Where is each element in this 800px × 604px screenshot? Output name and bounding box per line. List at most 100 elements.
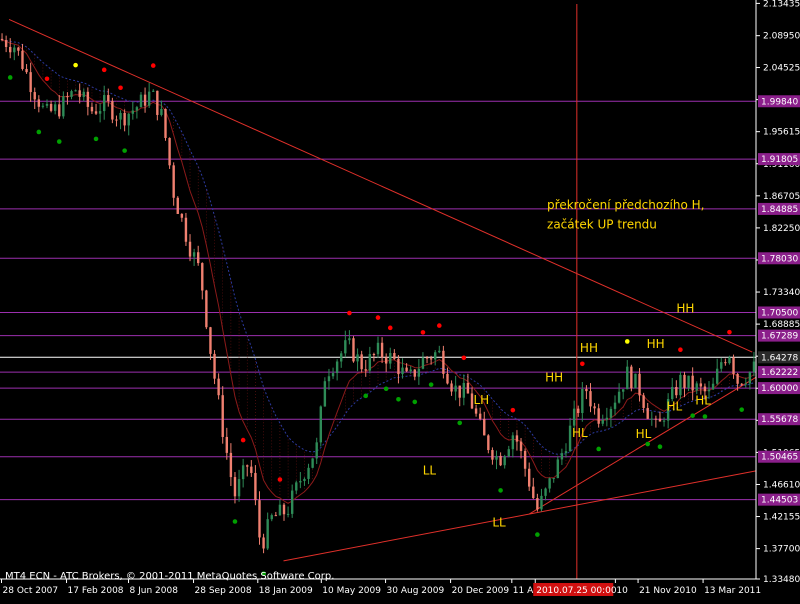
candle-body <box>442 350 445 374</box>
chart-annotation: LH <box>473 393 489 407</box>
price-tick-label: 1.68885 <box>763 320 800 330</box>
fractal-up-dot <box>420 330 426 335</box>
fractal-down-dot <box>396 396 401 402</box>
candle-body <box>319 406 322 443</box>
candle-body <box>613 402 617 409</box>
candle-body <box>621 389 625 392</box>
candle-body <box>507 449 510 457</box>
fractal-up-dot <box>580 361 585 367</box>
candle-body <box>679 374 682 396</box>
candle-body <box>53 104 57 111</box>
candle-body <box>605 417 609 420</box>
candle-body <box>413 369 416 377</box>
candle-body <box>217 378 220 396</box>
chart-annotation: HL <box>666 399 682 413</box>
candle-body <box>98 111 102 114</box>
chart-annotation: HL <box>572 426 588 440</box>
candle-body <box>429 358 433 360</box>
time-tick-label: 17 Feb 2008 <box>68 586 124 596</box>
candle-body <box>209 327 212 354</box>
candle-body <box>581 388 584 414</box>
candle-body <box>303 478 306 482</box>
candle-body <box>568 425 572 452</box>
fractal-down-dot <box>645 441 651 447</box>
fractal-down-dot <box>93 136 99 142</box>
fractal-down-dot <box>232 519 238 524</box>
candle-body <box>37 99 41 107</box>
chart-annotation: HH <box>545 371 563 385</box>
time-tick-label: 28 Oct 2007 <box>3 586 59 596</box>
candle-body <box>458 385 461 398</box>
price-tick-label: 1.42155 <box>763 513 800 523</box>
fractal-up-dot <box>624 339 630 344</box>
time-tick-label: 8 Jun 2008 <box>130 586 179 596</box>
candle-body <box>577 408 580 414</box>
candle-body <box>626 366 629 390</box>
candle-body <box>262 537 265 549</box>
candle-body <box>417 368 421 377</box>
time-tick-label: 30 Aug 2009 <box>387 586 445 596</box>
price-tick-label: 1.46610 <box>763 480 800 490</box>
candle-body <box>740 383 743 385</box>
candle-body <box>160 108 163 115</box>
candle-body <box>687 375 690 388</box>
fractal-up-dot <box>387 325 393 331</box>
candle-body <box>196 252 200 264</box>
candle-body <box>368 354 372 371</box>
fractal-down-dot <box>122 148 127 153</box>
candle-body <box>25 68 28 73</box>
candle-body <box>41 105 45 107</box>
candle-body <box>503 456 506 466</box>
candle-body <box>225 436 228 453</box>
level-label: 1.55678 <box>761 415 798 425</box>
fractal-up-dot <box>375 315 381 320</box>
time-tick-label: 21 Nov 2010 <box>639 586 697 596</box>
candle-body <box>536 498 539 510</box>
fractal-up-dot <box>510 407 516 413</box>
level-label: 1.64278 <box>761 353 798 363</box>
chart-root: 2.134352.089502.045252.000701.956151.911… <box>0 0 800 600</box>
price-tick-label: 2.08950 <box>763 32 800 42</box>
candle-body <box>340 353 343 362</box>
candle-body <box>66 96 69 98</box>
candle-body <box>348 338 351 341</box>
candle-body <box>450 383 453 392</box>
candle-body <box>307 467 310 479</box>
candle-body <box>401 367 404 375</box>
candle-body <box>250 466 253 473</box>
candle-body <box>192 252 196 257</box>
candle-body <box>556 459 560 479</box>
candle-body <box>384 357 388 364</box>
candle-body <box>9 46 12 53</box>
candle-body <box>630 366 633 389</box>
fractal-down-dot <box>535 532 540 537</box>
candle-body <box>589 391 592 407</box>
candle-body <box>115 119 118 121</box>
candle-body <box>683 374 686 388</box>
candle-body <box>499 455 502 466</box>
candle-body <box>111 101 114 120</box>
candle-body <box>278 504 282 516</box>
candle-body <box>131 110 135 114</box>
fractal-down-dot <box>702 414 708 419</box>
chart-annotation: HH <box>676 301 694 315</box>
candle-body <box>642 395 645 408</box>
candle-body <box>515 435 519 442</box>
candle-body <box>454 385 457 392</box>
candle-body <box>519 441 523 451</box>
candle-body <box>274 515 278 517</box>
fractal-up-dot <box>101 67 107 73</box>
fractal-down-dot <box>7 75 13 80</box>
candle-body <box>254 472 257 501</box>
candle-body <box>691 375 694 391</box>
candle-body <box>360 354 363 370</box>
candle-body <box>434 352 437 360</box>
candle-body <box>103 95 106 112</box>
plot-background <box>0 0 800 600</box>
fractal-up-dot <box>436 323 442 328</box>
level-label: 1.62222 <box>761 368 798 378</box>
candle-body <box>446 373 449 384</box>
price-tick-label: 1.86705 <box>763 192 800 202</box>
fractal-up-dot <box>277 477 283 482</box>
candle-body <box>315 442 318 459</box>
